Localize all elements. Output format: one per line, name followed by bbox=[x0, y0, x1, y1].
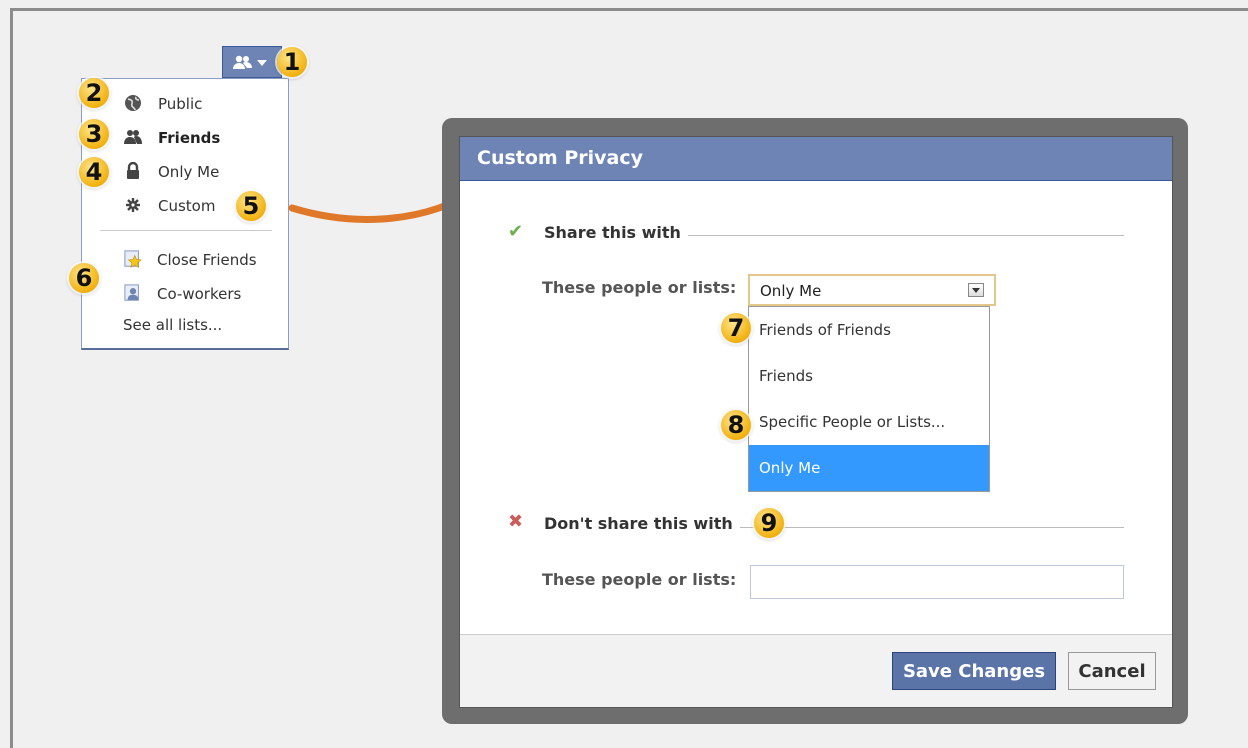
see-all-lists-link[interactable]: See all lists... bbox=[123, 316, 222, 334]
option-specific-people[interactable]: Specific People or Lists... bbox=[749, 399, 989, 445]
dialog-title: Custom Privacy bbox=[477, 147, 643, 169]
dialog-footer: Save Changes Cancel bbox=[460, 634, 1172, 707]
lock-icon bbox=[127, 162, 139, 179]
friends-icon bbox=[233, 55, 252, 69]
section-divider bbox=[740, 527, 1124, 528]
custom-privacy-dialog: Custom Privacy ✔ Share this with These p… bbox=[459, 136, 1173, 708]
option-label: Friends of Friends bbox=[759, 321, 891, 339]
globe-icon bbox=[125, 95, 141, 111]
menu-item-close-friends[interactable]: Close Friends bbox=[82, 244, 288, 274]
menu-item-friends[interactable]: Friends bbox=[82, 122, 288, 152]
dont-share-input[interactable] bbox=[750, 565, 1124, 599]
x-mark-icon: ✖ bbox=[508, 511, 524, 532]
callout-badge-9: 9 bbox=[754, 508, 784, 538]
callout-badge-7: 7 bbox=[721, 313, 751, 343]
coworkers-icon bbox=[124, 284, 139, 301]
callout-badge-2: 2 bbox=[79, 78, 109, 108]
share-section-title: Share this with bbox=[544, 223, 681, 242]
dont-share-field-label: These people or lists: bbox=[542, 570, 737, 589]
menu-divider bbox=[100, 230, 272, 231]
option-only-me[interactable]: Only Me bbox=[749, 445, 989, 491]
friends-icon bbox=[124, 130, 142, 144]
share-field-label: These people or lists: bbox=[542, 278, 737, 297]
audience-selector-button[interactable] bbox=[222, 46, 282, 78]
chevron-down-icon bbox=[257, 60, 267, 66]
callout-badge-5: 5 bbox=[236, 191, 266, 221]
menu-item-label: Public bbox=[158, 95, 203, 113]
callout-badge-6: 6 bbox=[69, 263, 99, 293]
menu-item-only-me[interactable]: Only Me bbox=[82, 156, 288, 186]
menu-item-public[interactable]: Public bbox=[82, 88, 288, 118]
select-value: Only Me bbox=[760, 282, 822, 300]
menu-item-label: Only Me bbox=[158, 163, 220, 181]
star-list-icon bbox=[124, 250, 142, 268]
cancel-button[interactable]: Cancel bbox=[1068, 652, 1156, 690]
menu-item-label: Friends bbox=[158, 129, 221, 147]
option-friends[interactable]: Friends bbox=[749, 353, 989, 399]
menu-item-label: Close Friends bbox=[157, 251, 257, 269]
option-label: Only Me bbox=[759, 459, 821, 477]
option-friends-of-friends[interactable]: Friends of Friends bbox=[749, 307, 989, 353]
gear-icon bbox=[126, 198, 140, 212]
share-audience-select[interactable]: Only Me bbox=[748, 274, 996, 306]
callout-badge-3: 3 bbox=[79, 119, 109, 149]
menu-item-label: Co-workers bbox=[157, 285, 242, 303]
dialog-header: Custom Privacy bbox=[460, 137, 1172, 181]
section-divider bbox=[688, 235, 1124, 236]
chevron-down-icon[interactable] bbox=[968, 283, 984, 297]
share-options-list: Friends of Friends Friends Specific Peop… bbox=[748, 306, 990, 492]
callout-badge-8: 8 bbox=[721, 410, 751, 440]
checkmark-icon: ✔ bbox=[508, 221, 524, 242]
callout-badge-4: 4 bbox=[79, 157, 109, 187]
menu-item-co-workers[interactable]: Co-workers bbox=[82, 278, 288, 308]
dont-share-section-title: Don't share this with bbox=[544, 514, 733, 533]
option-label: Friends bbox=[759, 367, 813, 385]
callout-badge-1: 1 bbox=[277, 47, 307, 77]
menu-item-label: Custom bbox=[158, 197, 216, 215]
option-label: Specific People or Lists... bbox=[759, 413, 946, 431]
save-changes-button[interactable]: Save Changes bbox=[892, 652, 1056, 690]
